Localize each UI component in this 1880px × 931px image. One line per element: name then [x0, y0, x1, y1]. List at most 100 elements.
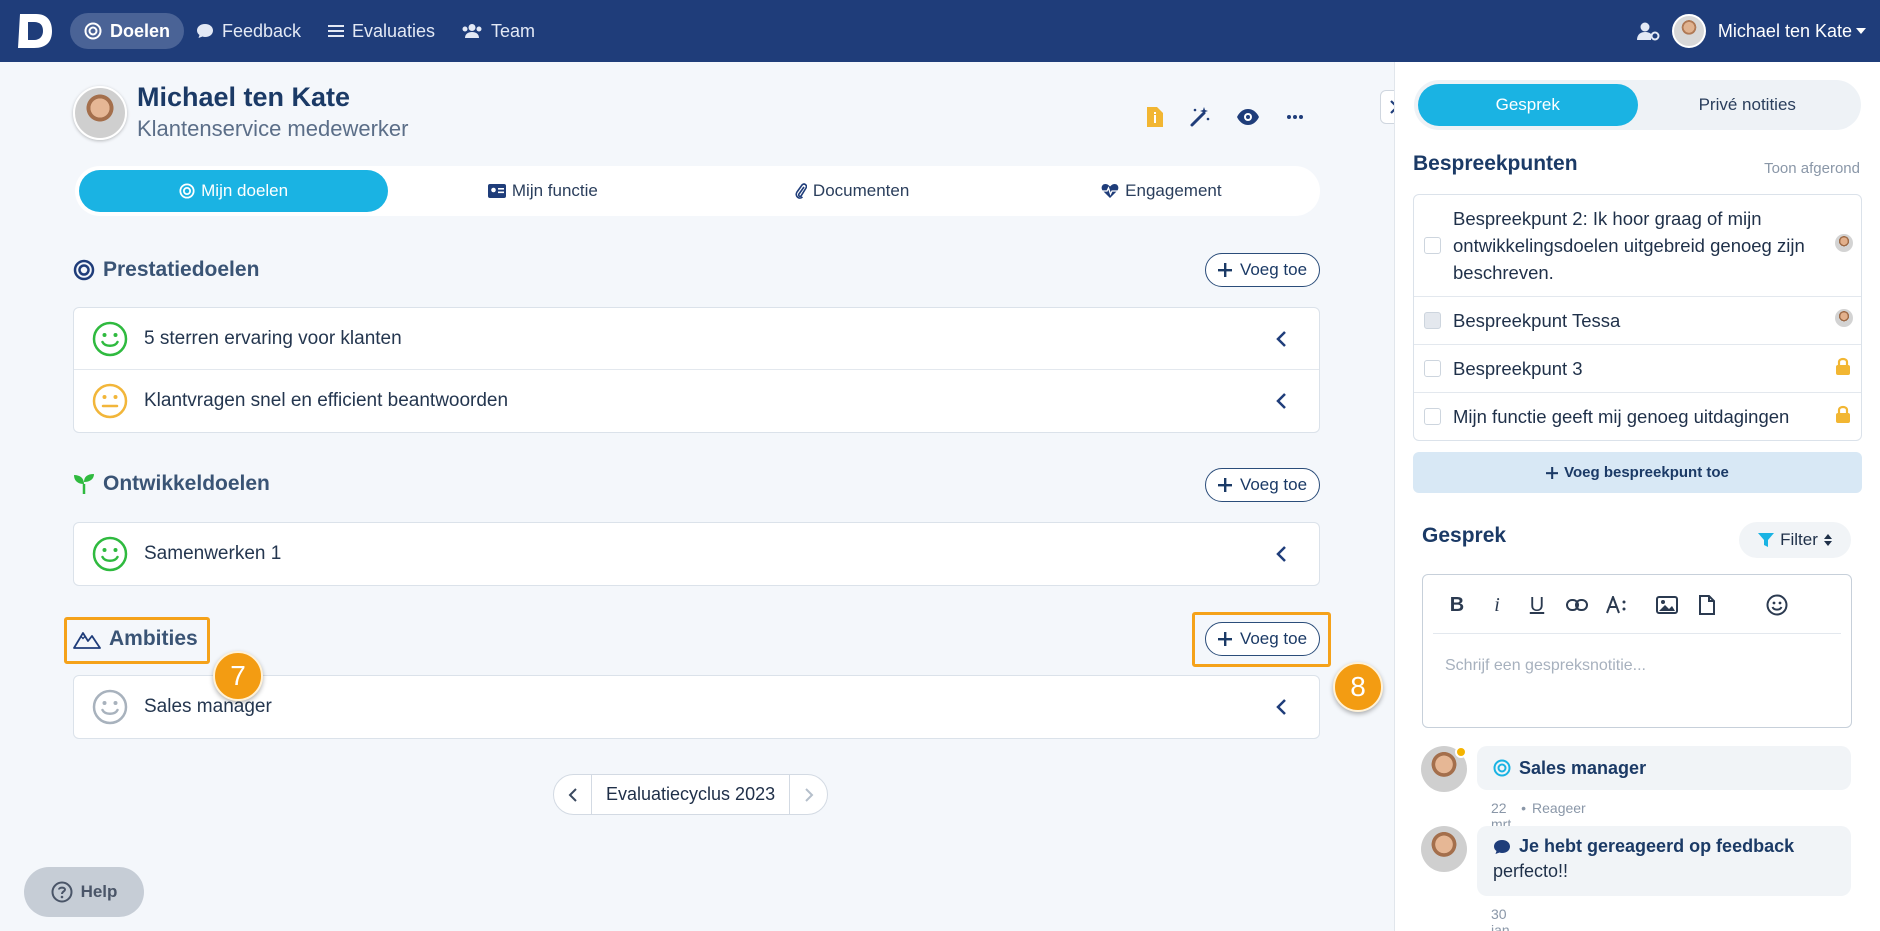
note-input[interactable]: Schrijf een gespreksnotitie...	[1445, 657, 1646, 675]
bespreekpunt-checkbox[interactable]	[1424, 237, 1441, 254]
seedling-icon	[74, 474, 94, 494]
bespreekpunt-row[interactable]: Bespreekpunt Tessa	[1414, 297, 1861, 345]
underline-button[interactable]: U	[1517, 587, 1557, 623]
more-options-button[interactable]	[1280, 102, 1310, 132]
tab-engagement[interactable]: Engagement	[1007, 170, 1316, 212]
insert-image-button[interactable]	[1647, 587, 1687, 623]
bespreekpunt-row[interactable]: Mijn functie geeft mij genoeg uitdaginge…	[1414, 393, 1861, 440]
chat-icon	[1494, 839, 1510, 854]
chevron-left-icon	[568, 787, 577, 802]
feed-title: Sales manager	[1519, 757, 1647, 778]
author-avatar	[1835, 234, 1853, 252]
section-title-text: Ambities	[109, 627, 198, 650]
smiley-happy-icon	[92, 536, 128, 572]
ontwikkel-add-button[interactable]: Voeg toe	[1205, 468, 1320, 502]
view-button[interactable]	[1233, 102, 1263, 132]
help-button[interactable]: Help	[24, 867, 144, 917]
add-button-label: Voeg toe	[1239, 475, 1308, 494]
step-badge-8: 8	[1333, 662, 1383, 712]
goal-label: Klantvragen snel en efficient beantwoord…	[144, 390, 509, 411]
tab-label: Mijn doelen	[201, 181, 289, 200]
insert-file-button[interactable]	[1687, 587, 1727, 623]
feed-bubble[interactable]: Je hebt gereageerd op feedback perfecto!…	[1477, 826, 1851, 896]
magic-wand-button[interactable]	[1185, 102, 1215, 132]
chevron-left-icon[interactable]	[1275, 545, 1287, 563]
tab-prive-notities[interactable]: Privé notities	[1638, 84, 1858, 126]
nav-feedback[interactable]: Feedback	[182, 13, 315, 49]
tab-mijn-doelen[interactable]: Mijn doelen	[79, 170, 389, 212]
emoji-button[interactable]	[1757, 587, 1797, 623]
nav-team[interactable]: Team	[447, 13, 549, 49]
lock-icon	[1836, 405, 1850, 423]
italic-button[interactable]: i	[1477, 587, 1517, 623]
nav-doelen[interactable]: Doelen	[70, 13, 185, 49]
goal-row[interactable]: 5 sterren ervaring voor klanten	[74, 308, 1319, 370]
users-icon	[462, 24, 482, 38]
id-card-icon	[487, 184, 506, 198]
goal-row[interactable]: Klantvragen snel en efficient beantwoord…	[74, 370, 1319, 432]
target-icon	[179, 183, 195, 199]
show-completed-link[interactable]: Toon afgerond	[1764, 160, 1860, 177]
nav-evaluaties[interactable]: Evaluaties	[314, 13, 449, 49]
section-title-text: Ontwikkeldoelen	[103, 472, 270, 495]
feed-body: perfecto!!	[1493, 861, 1569, 881]
tab-mijn-functie[interactable]: Mijn functie	[388, 170, 697, 212]
bespreekpunt-text: Mijn functie geeft mij genoeg uitdaginge…	[1453, 406, 1790, 427]
feed-bubble[interactable]: Sales manager	[1477, 746, 1851, 790]
plus-icon	[1217, 632, 1232, 646]
cycle-label: Evaluatiecyclus 2023	[591, 775, 791, 814]
user-settings-icon[interactable]	[1636, 21, 1660, 41]
ontwikkeldoelen-title: Ontwikkeldoelen	[73, 472, 270, 496]
sort-caret-icon	[1823, 534, 1832, 546]
bespreekpunt-checkbox[interactable]	[1424, 360, 1441, 377]
tab-gesprek[interactable]: Gesprek	[1418, 84, 1638, 126]
document-info-button[interactable]	[1140, 102, 1170, 132]
user-name: Michael ten Kate	[1717, 20, 1852, 41]
eye-icon	[1237, 109, 1259, 125]
goal-label: 5 sterren ervaring voor klanten	[144, 327, 402, 349]
bespreekpunt-checkbox[interactable]	[1424, 408, 1441, 425]
prev-cycle-button[interactable]	[554, 775, 591, 814]
prestatie-list: 5 sterren ervaring voor klanten Klantvra…	[73, 307, 1320, 433]
unread-dot	[1455, 746, 1467, 758]
user-menu[interactable]: Michael ten Kate	[1718, 21, 1866, 42]
nav-doelen-label: Doelen	[110, 20, 171, 41]
ambities-add-button[interactable]: Voeg toe	[1205, 622, 1320, 656]
editor-toolbar: B i U	[1437, 587, 1837, 623]
goal-label: Samenwerken 1	[144, 543, 282, 564]
chevron-left-icon[interactable]	[1275, 330, 1287, 348]
goal-row[interactable]: Samenwerken 1	[74, 523, 1319, 585]
bespreekpunten-list: Bespreekpunt 2: Ik hoor graag of mijn on…	[1413, 194, 1862, 441]
chevron-right-icon	[804, 787, 814, 802]
chevron-left-icon[interactable]	[1275, 392, 1287, 410]
prestatie-add-button[interactable]: Voeg toe	[1205, 253, 1320, 287]
bespreekpunt-checkbox[interactable]	[1424, 312, 1441, 329]
bespreekpunt-row[interactable]: Bespreekpunt 3	[1414, 345, 1861, 393]
file-icon	[1699, 595, 1715, 615]
ontwikkel-list: Samenwerken 1	[73, 522, 1320, 586]
add-button-label: Voeg toe	[1239, 260, 1308, 279]
add-bespreekpunt-label: Voeg bespreekpunt toe	[1564, 464, 1729, 481]
magic-wand-icon	[1190, 107, 1210, 127]
add-button-label: Voeg toe	[1239, 629, 1308, 648]
next-cycle-button[interactable]	[790, 775, 827, 814]
plus-icon	[1217, 263, 1232, 277]
tab-label: Documenten	[812, 181, 910, 200]
emoji-icon	[1766, 594, 1788, 616]
tab-documenten[interactable]: Documenten	[698, 170, 1007, 212]
link-button[interactable]	[1557, 587, 1597, 623]
nav-team-label: Team	[491, 20, 536, 41]
filter-dropdown[interactable]: Filter	[1739, 522, 1851, 558]
bespreekpunt-row[interactable]: Bespreekpunt 2: Ik hoor graag of mijn on…	[1414, 195, 1861, 297]
nav-user-area: Michael ten Kate	[1636, 11, 1866, 51]
bespreekpunt-text: Bespreekpunt Tessa	[1453, 310, 1621, 331]
goal-label: Sales manager	[144, 696, 272, 717]
add-bespreekpunt-button[interactable]: Voeg bespreekpunt toe	[1413, 452, 1862, 493]
user-avatar[interactable]	[1671, 14, 1706, 48]
more-icon	[1287, 115, 1303, 119]
font-size-button[interactable]	[1597, 587, 1637, 623]
chevron-left-icon[interactable]	[1275, 698, 1287, 716]
lock-icon	[1836, 357, 1850, 375]
app-logo[interactable]	[16, 12, 54, 50]
bold-button[interactable]: B	[1437, 587, 1477, 623]
